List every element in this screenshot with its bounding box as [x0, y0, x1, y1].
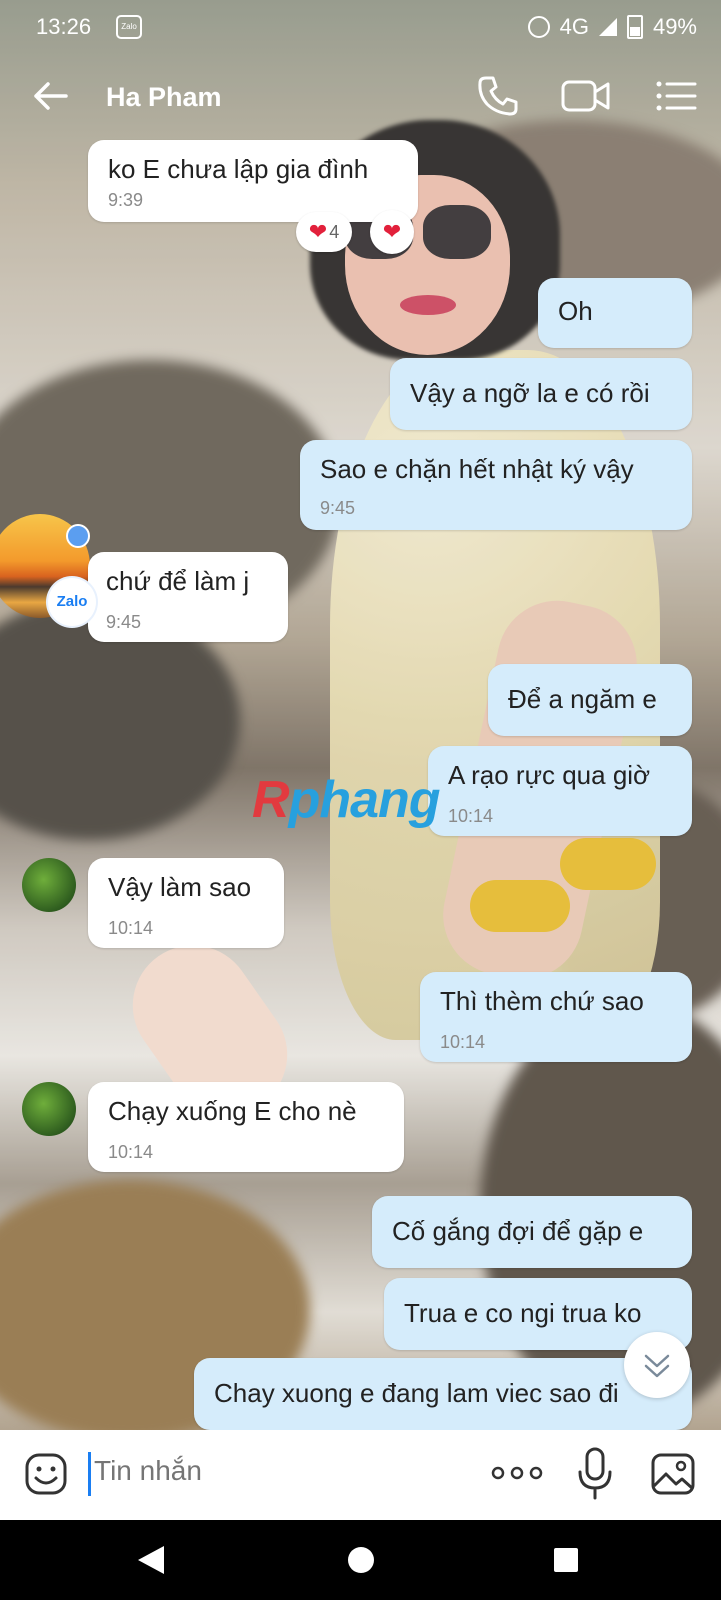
- message-bubble-outgoing[interactable]: Cố gắng đợi để gặp e: [372, 1196, 692, 1268]
- message-time: 10:14: [440, 1032, 486, 1052]
- battery-icon: [626, 15, 643, 39]
- image-gallery-icon[interactable]: [650, 1452, 696, 1496]
- message-bubble-incoming[interactable]: Vậy làm sao 10:14: [88, 858, 284, 948]
- message-text: A rạo rực qua giờ: [448, 760, 651, 790]
- message-bubble-incoming[interactable]: ko E chưa lập gia đình 9:39: [88, 140, 418, 222]
- message-time: 9:39: [108, 190, 144, 210]
- back-arrow-icon[interactable]: [30, 76, 70, 116]
- message-bubble-incoming[interactable]: chứ để làm j 9:45: [88, 552, 288, 642]
- message-bubble-outgoing[interactable]: Thì thèm chứ sao 10:14: [420, 972, 692, 1062]
- message-bubble-outgoing[interactable]: A rạo rực qua giờ 10:14: [428, 746, 692, 836]
- phone-call-icon[interactable]: [476, 74, 520, 118]
- message-time: 9:45: [320, 498, 356, 518]
- avatar[interactable]: [22, 1082, 76, 1136]
- video-call-icon[interactable]: [560, 74, 612, 118]
- message-bubble-outgoing[interactable]: Để a ngăm e: [488, 664, 692, 736]
- nav-back-icon[interactable]: [136, 1544, 166, 1576]
- signal-icon: [598, 18, 617, 36]
- react-heart-button[interactable]: ❤: [370, 210, 414, 254]
- reaction-count-chip[interactable]: ❤ 4: [296, 212, 352, 252]
- message-text: chứ để làm j: [106, 566, 250, 596]
- avatar[interactable]: [22, 858, 76, 912]
- system-navigation-bar: [0, 1520, 721, 1600]
- nav-recent-apps-icon[interactable]: [554, 1548, 578, 1572]
- message-text: Chay xuong e đang lam viec sao đi: [214, 1378, 619, 1408]
- microphone-icon[interactable]: [575, 1446, 615, 1502]
- heart-icon: ❤: [308, 219, 328, 244]
- zalo-notification-icon: Zalo: [116, 15, 142, 39]
- status-time: 13:26: [36, 14, 92, 39]
- message-bubble-outgoing[interactable]: Sao e chặn hết nhật ký vậy 9:45: [300, 440, 692, 530]
- contact-name[interactable]: Ha Pham: [106, 82, 222, 113]
- more-options-icon[interactable]: [490, 1458, 544, 1488]
- message-bubble-outgoing[interactable]: Oh: [538, 278, 692, 348]
- message-time: 10:14: [448, 806, 494, 826]
- reaction-count: 4: [329, 221, 340, 242]
- message-text: Chạy xuống E cho nè: [108, 1096, 357, 1126]
- alarm-icon: [527, 16, 550, 38]
- chevron-double-down-icon: [644, 1354, 670, 1378]
- emoji-sticker-icon[interactable]: [24, 1452, 68, 1496]
- message-bubble-incoming[interactable]: Chạy xuống E cho nè 10:14: [88, 1082, 404, 1172]
- message-time: 10:14: [108, 1142, 154, 1162]
- battery-percent: 49%: [652, 14, 697, 39]
- message-text: Trua e co ngi trua ko: [404, 1298, 642, 1328]
- message-time: 9:45: [106, 612, 142, 632]
- online-status-dot: [66, 524, 90, 548]
- heart-icon: ❤: [382, 219, 402, 244]
- message-text: Cố gắng đợi để gặp e: [392, 1216, 644, 1246]
- menu-list-icon[interactable]: [654, 74, 698, 118]
- message-input[interactable]: [92, 1454, 476, 1488]
- message-text: Sao e chặn hết nhật ký vậy: [320, 454, 634, 484]
- watermark-logo: Rphang: [252, 771, 441, 829]
- scroll-to-bottom-button[interactable]: [624, 1332, 690, 1398]
- message-text: Oh: [558, 296, 593, 326]
- message-time: 10:14: [108, 918, 154, 938]
- message-bubble-outgoing[interactable]: Chay xuong e đang lam viec sao đi: [194, 1358, 692, 1430]
- message-text: Để a ngăm e: [508, 684, 657, 714]
- message-text: Thì thèm chứ sao: [440, 986, 644, 1016]
- message-text: ko E chưa lập gia đình: [108, 154, 369, 184]
- zalo-badge: Zalo: [48, 578, 96, 626]
- status-bar: 13:26 Zalo 4G 49%: [0, 0, 721, 52]
- text-cursor: [88, 1452, 91, 1496]
- message-bubble-outgoing[interactable]: Vậy a ngỡ la e có rồi: [390, 358, 692, 430]
- nav-home-icon[interactable]: [348, 1547, 374, 1573]
- message-text: Vậy làm sao: [108, 872, 252, 902]
- message-text: Vậy a ngỡ la e có rồi: [410, 378, 650, 408]
- network-type: 4G: [559, 14, 589, 39]
- chat-header: Ha Pham: [0, 52, 721, 144]
- message-composer: [0, 1430, 721, 1520]
